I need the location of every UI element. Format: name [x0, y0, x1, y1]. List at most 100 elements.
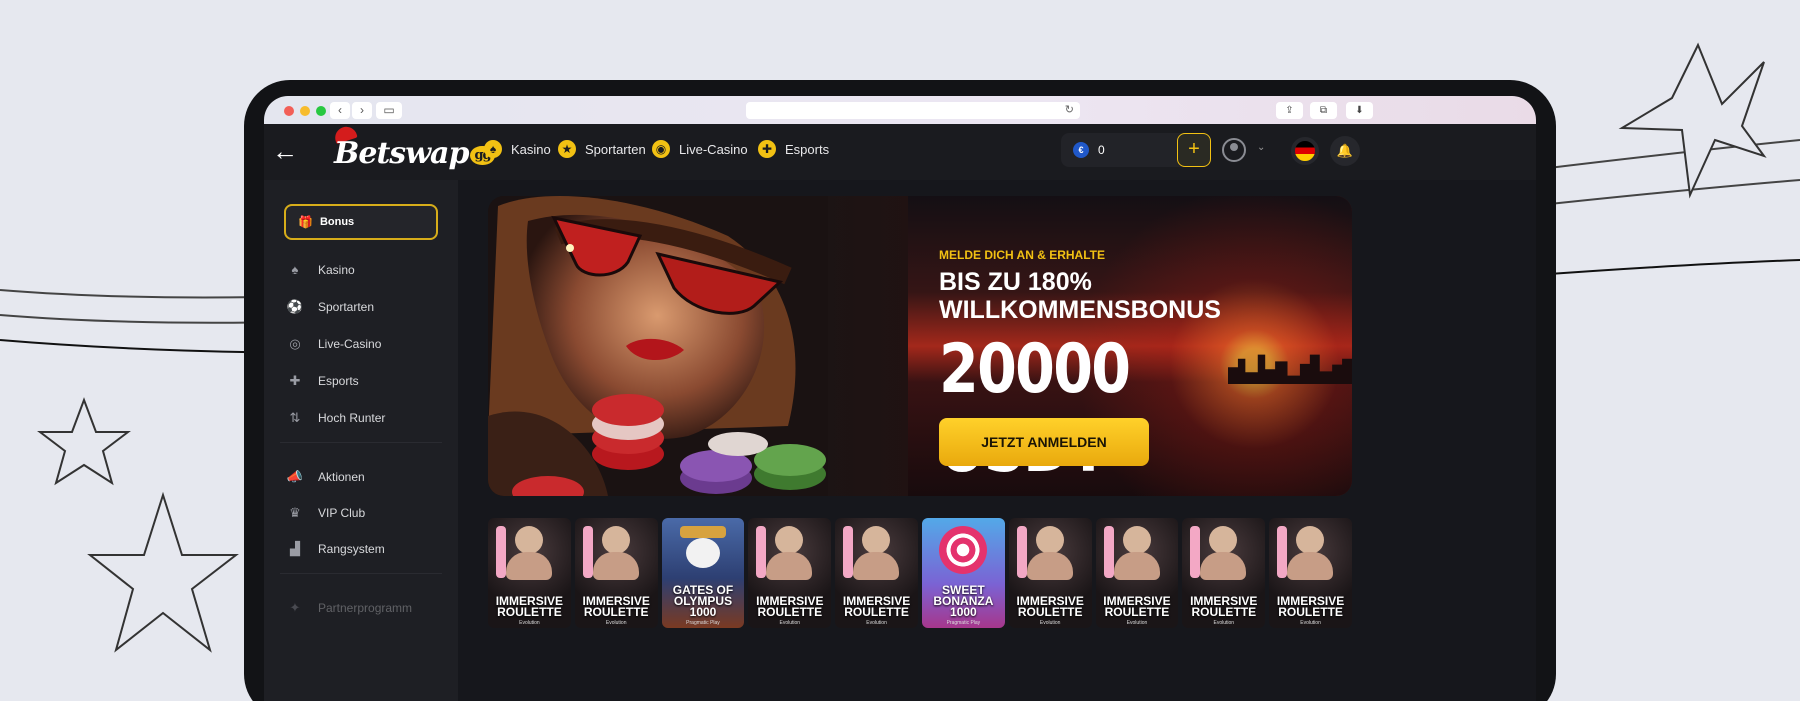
download-icon[interactable]: ⬇: [1346, 102, 1373, 119]
soccer-ball-icon: ⚽: [286, 299, 304, 314]
game-studio: Evolution: [1213, 620, 1235, 626]
tabs-icon[interactable]: ⧉: [1310, 102, 1337, 119]
game-tile-immersive-roulette[interactable]: IMMERSIVE ROULETTE Evolution: [1095, 518, 1179, 628]
game-title: SWEET BONANZA 1000: [933, 583, 994, 619]
sidebar-divider: [280, 442, 442, 443]
game-title: IMMERSIVE ROULETTE: [1276, 594, 1345, 619]
minimize-window-icon[interactable]: [300, 106, 310, 116]
sidebar-item-hoch-runter[interactable]: ⇅ Hoch Runter: [286, 410, 386, 426]
notification-bell-icon[interactable]: 🔔: [1330, 136, 1360, 166]
decor-shape: [843, 526, 854, 578]
usdt-coin-icon: €: [1073, 142, 1089, 158]
live-casino-icon: ◎: [289, 336, 301, 351]
sidebar: 🎁 Bonus ♠ Kasino ⚽ Sportarten ◎ Live-Casino …: [264, 180, 458, 701]
decor-shape: [582, 526, 593, 578]
game-studio: Evolution: [1126, 620, 1148, 626]
browser-window: ‹ › ▭ ↻ ⇪ ⧉ ⬇ ← Betswap gg ♠ Kasino ★ Sport…: [264, 96, 1536, 701]
browser-forward-icon[interactable]: ›: [352, 102, 372, 119]
register-now-button[interactable]: JETZT ANMELDEN: [939, 418, 1149, 466]
sidebar-item-esports[interactable]: ✚ Esports: [286, 373, 359, 389]
game-title: IMMERSIVE ROULETTE: [1016, 594, 1084, 619]
nav-item-sportarten[interactable]: ★ Sportarten: [558, 140, 646, 158]
gamepad-icon: ✚: [758, 140, 776, 158]
game-tiles-row: IMMERSIVE ROULETTE Evolution IMMERSIVE RO…: [488, 518, 1352, 628]
decor-shape: [1190, 526, 1201, 578]
german-flag-icon[interactable]: [1291, 137, 1319, 165]
nav-item-label: Kasino: [511, 141, 551, 157]
chevron-down-icon[interactable]: ⌄: [1257, 142, 1265, 153]
megaphone-icon: 📣: [286, 469, 304, 484]
game-title: IMMERSIVE ROULETTE: [756, 594, 824, 619]
deposit-button[interactable]: +: [1177, 133, 1211, 167]
wallet-balance: 0: [1098, 143, 1105, 157]
sidebar-item-label: Live-Casino: [318, 337, 382, 351]
sidebar-item-label: VIP Club: [318, 506, 366, 520]
sidebar-item-sportarten[interactable]: ⚽ Sportarten: [286, 299, 374, 315]
decor-shape: [756, 526, 767, 578]
user-profile-icon[interactable]: [1222, 138, 1246, 162]
game-tile-immersive-roulette[interactable]: IMMERSIVE ROULETTE Evolution: [748, 518, 832, 628]
share-icon[interactable]: ⇪: [1276, 102, 1303, 119]
sidebar-item-rangsystem[interactable]: ▟ Rangsystem: [286, 541, 385, 557]
nav-item-label: Sportarten: [585, 141, 646, 157]
sidebar-item-live-casino[interactable]: ◎ Live-Casino: [286, 336, 381, 352]
nav-item-kasino[interactable]: ♠ Kasino: [484, 140, 551, 158]
game-tile-gates-of-olympus[interactable]: GATES OF OLYMPUS 1000 Pragmatic Play: [661, 518, 745, 628]
game-tile-immersive-roulette[interactable]: IMMERSIVE ROULETTE Evolution: [1182, 518, 1266, 628]
sidebar-item-kasino[interactable]: ♠ Kasino: [286, 262, 355, 277]
main-content: MELDE DICH AN & ERHALTE BIS ZU 180% WILL…: [458, 180, 1536, 701]
decor-shape: [1103, 526, 1114, 578]
up-down-arrows-icon: ⇅: [289, 410, 301, 425]
nav-item-label: Live-Casino: [679, 141, 748, 157]
sidebar-item-label: Rangsystem: [318, 542, 385, 556]
game-tile-sweet-bonanza[interactable]: SWEET BONANZA 1000 Pragmatic Play: [921, 518, 1005, 628]
decor-shape: [1016, 526, 1027, 578]
podium-icon: ▟: [290, 541, 300, 556]
sidebar-toggle-icon[interactable]: ▭: [376, 102, 402, 119]
game-tile-immersive-roulette[interactable]: IMMERSIVE ROULETTE Evolution: [1008, 518, 1092, 628]
nav-item-label: Esports: [785, 141, 830, 157]
bonus-button[interactable]: 🎁 Bonus: [284, 204, 438, 240]
star-icon: [37, 397, 131, 486]
spade-icon: ♠: [484, 140, 502, 158]
game-studio: Evolution: [519, 620, 540, 626]
back-arrow-icon[interactable]: ←: [272, 136, 298, 166]
decor-shape: [1277, 526, 1288, 578]
gamepad-icon: ✚: [289, 373, 301, 388]
game-title: IMMERSIVE ROULETTE: [1190, 594, 1258, 619]
star-icon: [1618, 42, 1767, 199]
woman-with-sunglasses-image: [488, 196, 828, 496]
browser-back-icon[interactable]: ‹: [330, 102, 350, 119]
nav-item-live-casino[interactable]: ◉ Live-Casino: [652, 140, 748, 158]
game-studio: Evolution: [605, 620, 627, 626]
address-bar[interactable]: ↻: [746, 102, 1080, 119]
banner-subtitle: MELDE DICH AN & ERHALTE: [939, 248, 1105, 262]
game-tile-immersive-roulette[interactable]: IMMERSIVE ROULETTE Evolution: [574, 518, 658, 628]
sidebar-item-label: Partnerprogramm: [318, 601, 413, 615]
site-logo[interactable]: Betswap gg: [334, 136, 495, 171]
banner-headline: BIS ZU 180% WILLKOMMENSBONUS: [939, 268, 1221, 324]
game-studio: Pragmatic Play: [946, 620, 981, 626]
game-tile-immersive-roulette[interactable]: IMMERSIVE ROULETTE Evolution: [835, 518, 918, 628]
welcome-bonus-banner[interactable]: MELDE DICH AN & ERHALTE BIS ZU 180% WILL…: [488, 196, 1352, 496]
game-tile-immersive-roulette[interactable]: IMMERSIVE ROULETTE Evolution: [1269, 518, 1352, 628]
sidebar-item-vip-club[interactable]: ♛ VIP Club: [286, 505, 365, 521]
reload-icon[interactable]: ↻: [1065, 103, 1074, 116]
nav-item-esports[interactable]: ✚ Esports: [758, 140, 829, 158]
game-studio: Evolution: [1039, 620, 1061, 626]
sidebar-item-aktionen[interactable]: 📣 Aktionen: [286, 469, 365, 485]
game-studio: Pragmatic Play: [686, 620, 720, 626]
live-casino-icon: ◉: [652, 140, 670, 158]
game-title: IMMERSIVE ROULETTE: [582, 594, 650, 619]
spade-icon: ♠: [291, 262, 299, 277]
close-window-icon[interactable]: [284, 106, 294, 116]
sidebar-item-label: Kasino: [318, 262, 355, 277]
crown-icon: ♛: [289, 505, 301, 520]
game-title: GATES OF OLYMPUS 1000: [672, 583, 734, 619]
game-tile-immersive-roulette[interactable]: IMMERSIVE ROULETTE Evolution: [488, 518, 571, 628]
sidebar-item-label: Esports: [318, 374, 359, 388]
maximize-window-icon[interactable]: [316, 106, 326, 116]
sidebar-item-partnerprogramm[interactable]: ✦ Partnerprogramm: [286, 600, 412, 616]
browser-toolbar: ‹ › ▭ ↻ ⇪ ⧉ ⬇: [264, 96, 1536, 124]
star-icon: [87, 491, 239, 653]
